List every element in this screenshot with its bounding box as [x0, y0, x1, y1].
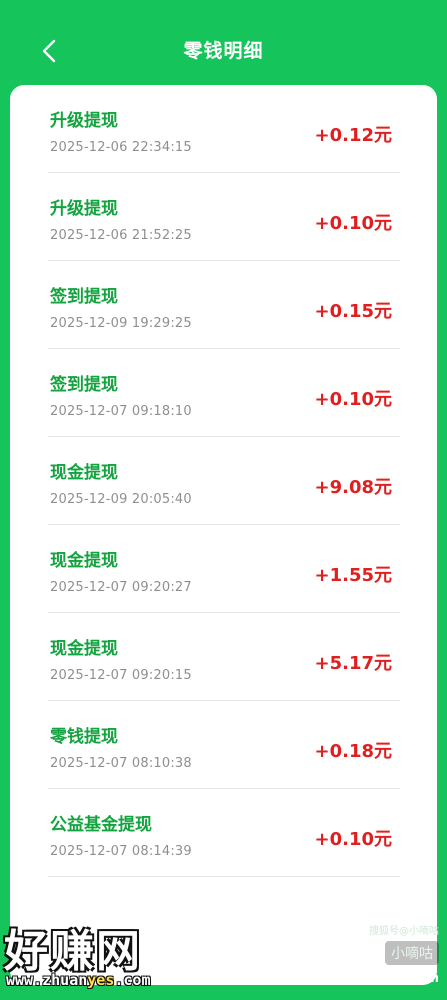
record-title: 公益基金提现 — [50, 815, 152, 835]
watermark-domain: xdglt.com — [366, 971, 439, 986]
record-title: 签到提现 — [50, 375, 118, 395]
record-time: 2025-12-07 08:14:39 — [50, 844, 192, 859]
record-amount: +0.10元 — [314, 829, 393, 850]
watermark-right: 搜狐号@小嘀咕 小嘀咕 xdglt.com — [349, 922, 439, 992]
record-row[interactable]: 公益基金提现 2025-12-07 08:14:39 +0.10元 — [48, 789, 400, 877]
watermark-badge: 小嘀咕 — [385, 941, 439, 965]
records-card: 升级提现 2025-12-06 22:34:15 +0.12元 升级提现 202… — [10, 85, 437, 985]
record-time: 2025-12-07 08:10:38 — [50, 756, 192, 771]
record-row[interactable]: 零钱提现 2025-12-07 08:10:38 +0.18元 — [48, 701, 400, 789]
record-title: 零钱提现 — [50, 727, 118, 747]
watermark-url-suffix: .com — [114, 971, 151, 989]
watermark-logo-text: 好赚网 — [4, 926, 142, 977]
record-amount: +0.12元 — [314, 125, 393, 146]
record-title: 升级提现 — [50, 111, 118, 131]
record-row[interactable]: 现金提现 2025-12-07 09:20:15 +5.17元 — [48, 613, 400, 701]
record-time: 2025-12-09 20:05:40 — [50, 492, 192, 507]
record-amount: +5.17元 — [314, 653, 393, 674]
record-time: 2025-12-09 19:29:25 — [50, 316, 192, 331]
record-time: 2025-12-07 09:20:27 — [50, 580, 192, 595]
watermark-url: www.zhuanyes.com — [6, 971, 151, 989]
record-title: 升级提现 — [50, 199, 118, 219]
record-row[interactable]: 现金提现 2025-12-09 20:05:40 +9.08元 — [48, 437, 400, 525]
record-time: 2025-12-06 21:52:25 — [50, 228, 192, 243]
record-row[interactable]: 升级提现 2025-12-06 22:34:15 +0.12元 — [48, 85, 400, 173]
record-amount: +0.10元 — [314, 389, 393, 410]
record-row[interactable]: 签到提现 2025-12-07 09:18:10 +0.10元 — [48, 349, 400, 437]
record-time: 2025-12-06 22:34:15 — [50, 140, 192, 155]
watermark-source: 搜狐号@小嘀咕 — [369, 926, 439, 937]
watermark-url-highlight: yes — [87, 971, 115, 989]
watermark-left: 好赚网 www.zhuanyes.com — [0, 915, 200, 1000]
top-bar: 零钱明细 — [0, 0, 447, 90]
record-amount: +0.18元 — [314, 741, 393, 762]
page-title: 零钱明细 — [183, 40, 264, 62]
record-title: 现金提现 — [50, 639, 118, 659]
record-amount: +0.10元 — [314, 213, 393, 234]
record-title: 签到提现 — [50, 287, 118, 307]
record-title: 现金提现 — [50, 463, 118, 483]
record-row[interactable]: 升级提现 2025-12-06 21:52:25 +0.10元 — [48, 173, 400, 261]
record-row[interactable]: 现金提现 2025-12-07 09:20:27 +1.55元 — [48, 525, 400, 613]
watermark-url-prefix: www.zhuan — [6, 971, 88, 989]
record-title: 现金提现 — [50, 551, 118, 571]
record-amount: +9.08元 — [314, 477, 393, 498]
record-time: 2025-12-07 09:18:10 — [50, 404, 192, 419]
record-time: 2025-12-07 09:20:15 — [50, 668, 192, 683]
record-amount: +0.15元 — [314, 301, 393, 322]
record-amount: +1.55元 — [314, 565, 393, 586]
record-row[interactable]: 签到提现 2025-12-09 19:29:25 +0.15元 — [48, 261, 400, 349]
